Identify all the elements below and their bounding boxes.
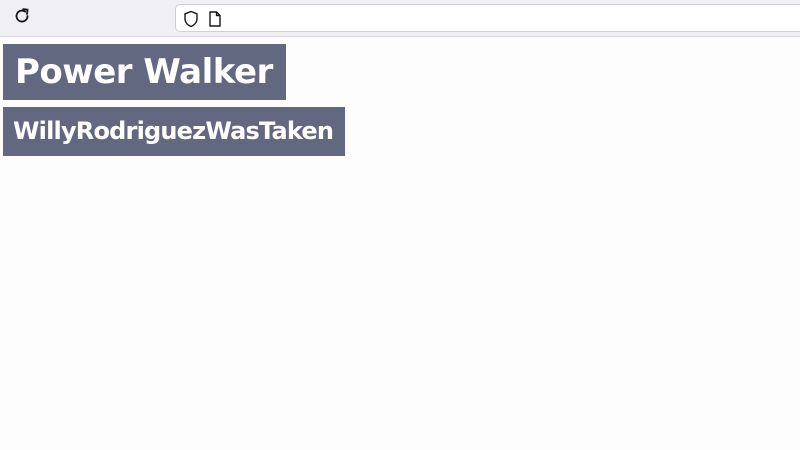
browser-toolbar bbox=[0, 0, 800, 37]
reload-button[interactable] bbox=[8, 4, 36, 32]
page-title: Power Walker bbox=[3, 44, 286, 100]
page-subtitle: WillyRodriguezWasTaken bbox=[3, 107, 346, 156]
shield-icon[interactable] bbox=[182, 10, 200, 28]
url-bar[interactable] bbox=[175, 4, 800, 32]
reload-icon bbox=[13, 7, 31, 29]
page-icon[interactable] bbox=[206, 10, 224, 28]
page-content: Power Walker WillyRodriguezWasTaken bbox=[0, 38, 800, 450]
